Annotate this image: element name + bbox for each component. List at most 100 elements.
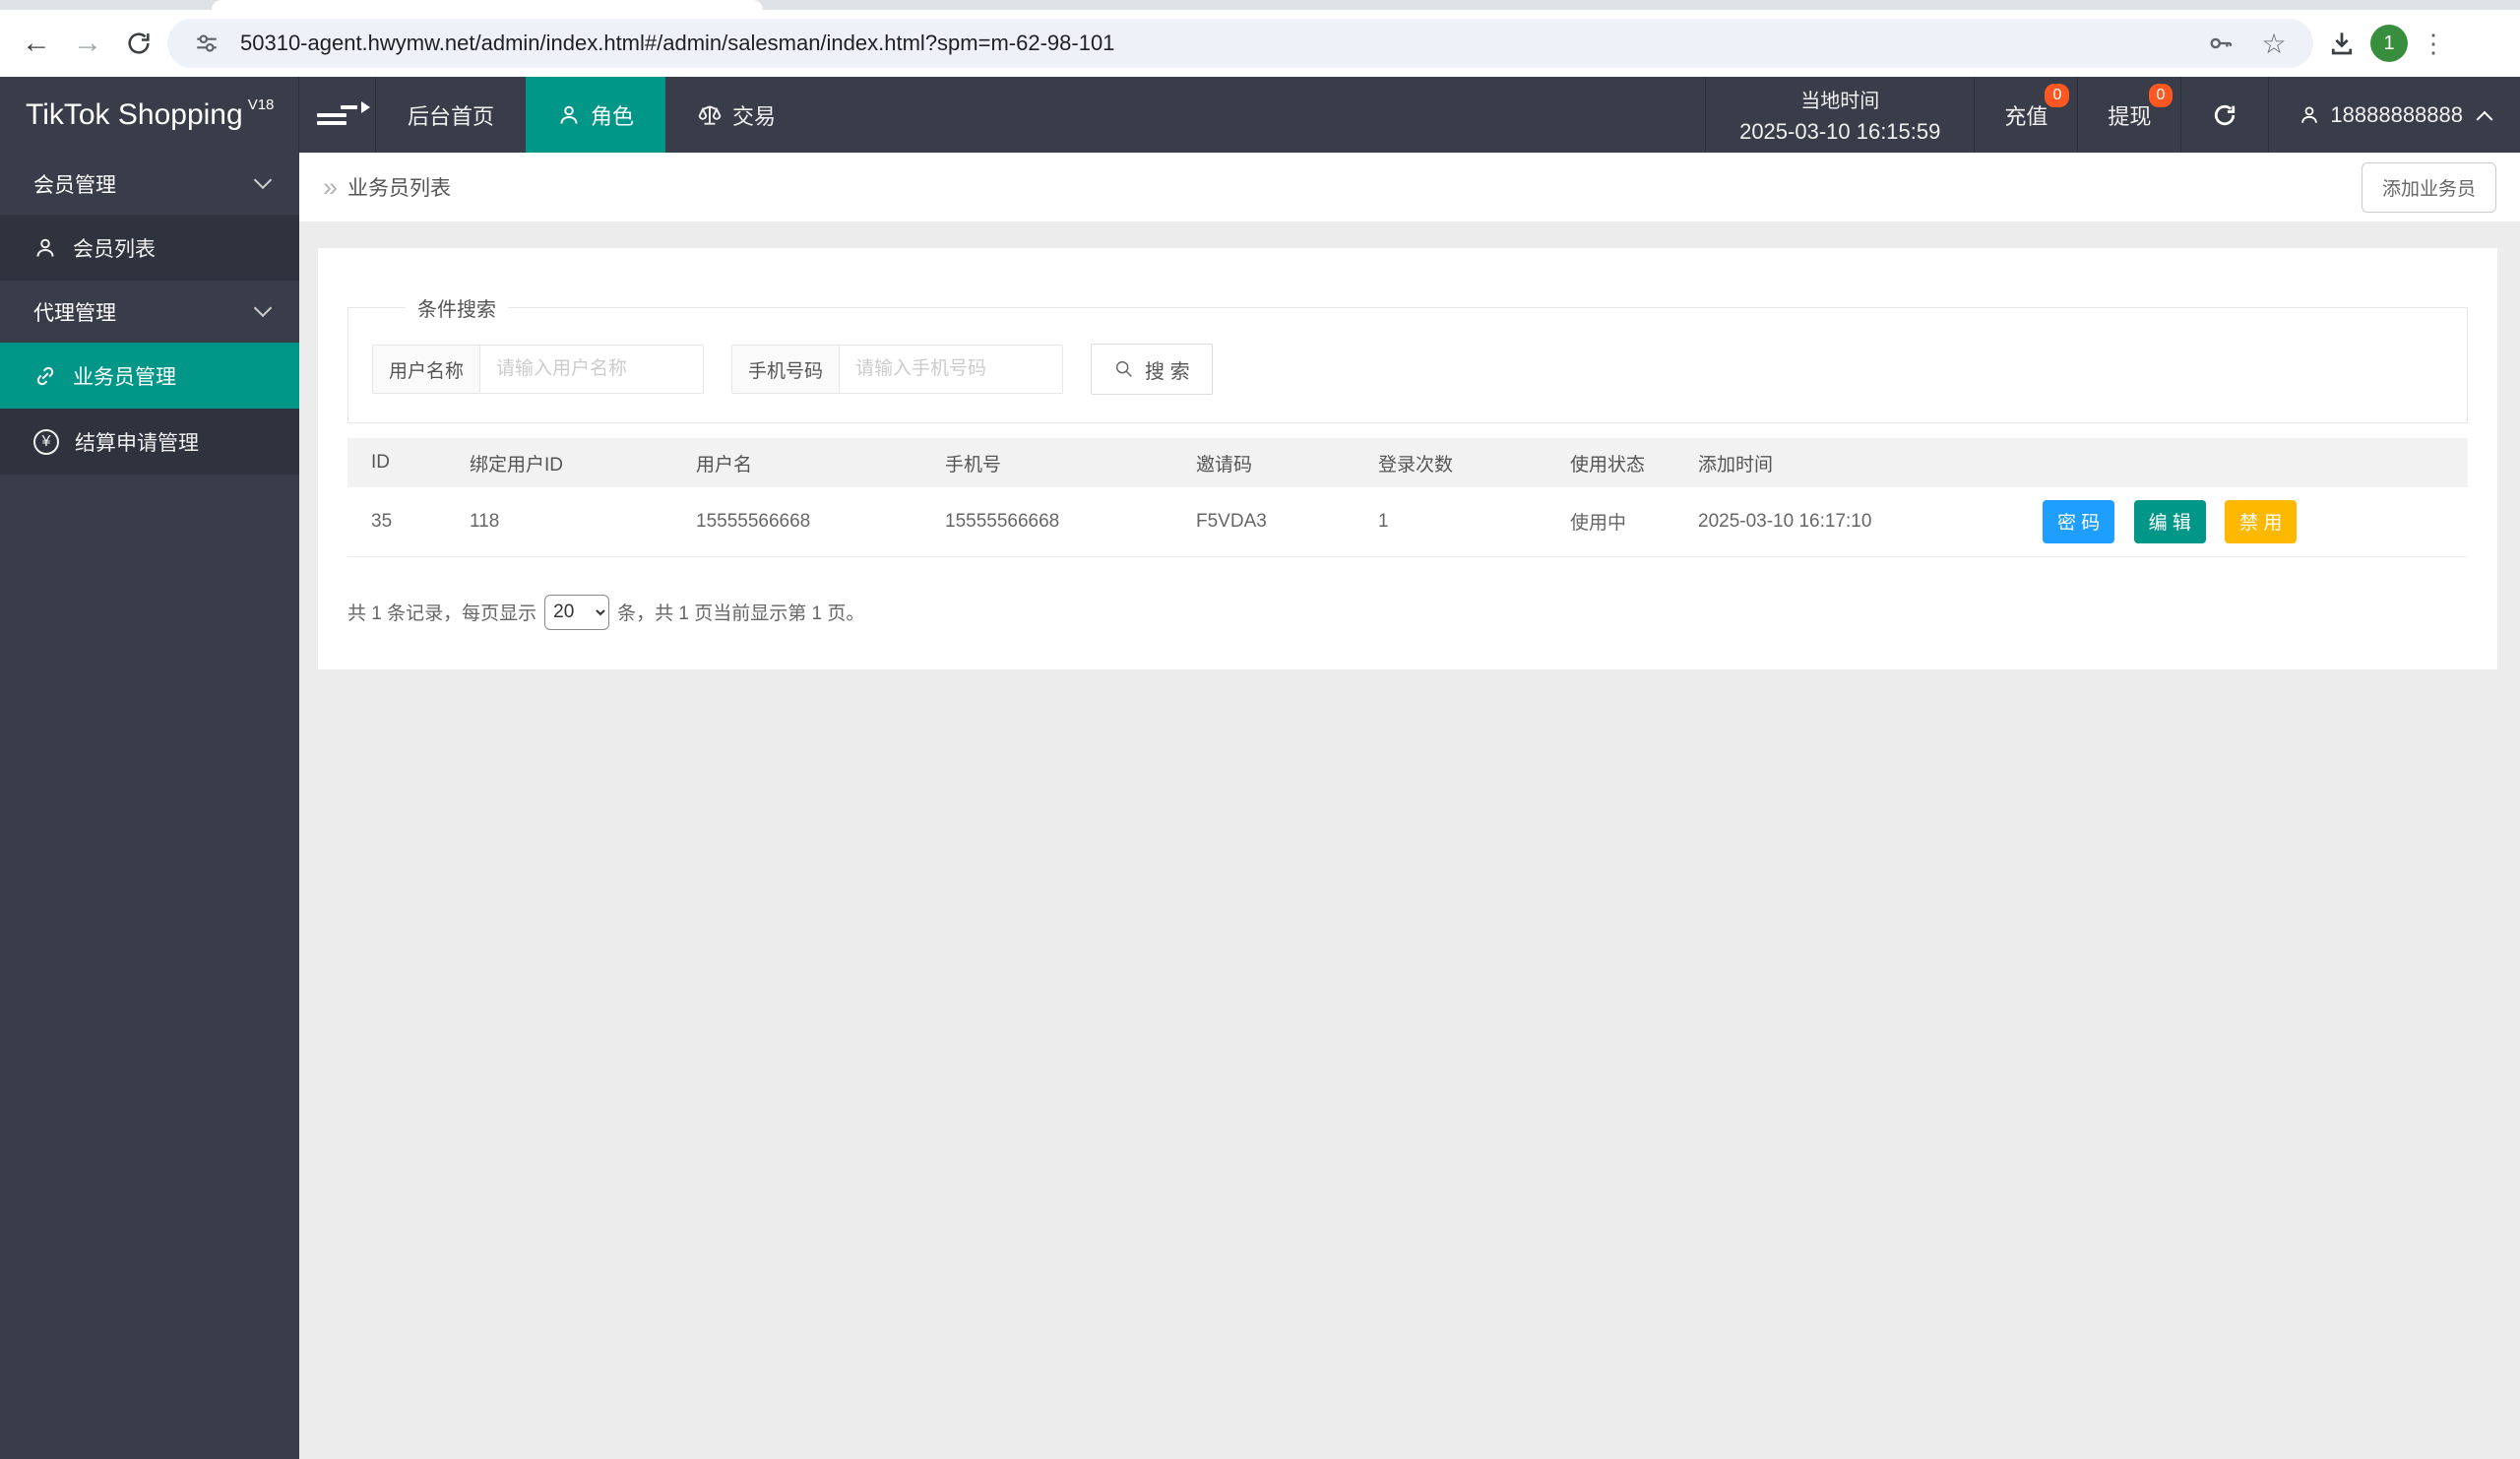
browser-active-tab[interactable] (212, 0, 763, 10)
table-header-row: ID 绑定用户ID 用户名 手机号 邀请码 登录次数 使用状态 添加时间 (347, 438, 2468, 487)
sidebar-group-agent-management[interactable]: 代理管理 (0, 281, 299, 343)
back-button[interactable]: ← (14, 21, 59, 66)
url-text[interactable]: 50310-agent.hwymw.net/admin/index.html#/… (240, 31, 2187, 56)
brand-name: TikTok Shopping (26, 97, 243, 131)
forward-button[interactable]: → (65, 21, 110, 66)
refresh-icon (2215, 104, 2236, 125)
sidebar-item-settlement-management[interactable]: ¥ 结算申请管理 (0, 409, 299, 475)
col-id: ID (347, 438, 446, 487)
browser-menu-icon[interactable]: ⋮ (2414, 29, 2453, 59)
person-icon (560, 105, 578, 124)
pagination-suffix: 条，共 1 页当前显示第 1 页。 (617, 603, 865, 624)
sidebar-group-member-management[interactable]: 会员管理 (0, 153, 299, 215)
local-time: 当地时间 2025-03-10 16:15:59 (1705, 77, 1974, 153)
app-layout: 会员管理 会员列表 代理管理 业务员管理 ¥ 结算申请管理 » 业务员列表 添加… (0, 153, 2520, 1459)
col-bind-user-id: 绑定用户ID (446, 438, 672, 487)
password-button[interactable]: 密 码 (2043, 499, 2115, 543)
brand-version: V18 (247, 96, 275, 113)
cell-invite-code: F5VDA3 (1172, 487, 1354, 557)
browser-profile-avatar[interactable]: 1 (2370, 25, 2408, 62)
search-legend: 条件搜索 (417, 299, 496, 321)
item-label: 业务员管理 (73, 365, 176, 389)
col-phone: 手机号 (921, 438, 1172, 487)
chevron-down-icon (253, 170, 273, 190)
menu-toggle-icon (317, 100, 370, 129)
tab-role[interactable]: 角色 (526, 77, 666, 153)
address-bar[interactable]: 50310-agent.hwymw.net/admin/index.html#/… (167, 19, 2313, 68)
withdraw-button[interactable]: 提现 0 (2077, 77, 2180, 153)
recharge-button[interactable]: 充值 0 (1974, 77, 2077, 153)
search-form: 用户名称 手机号码 搜 索 (372, 344, 2443, 395)
tab-label: 交易 (732, 103, 777, 129)
cell-added-time: 2025-03-10 16:17:10 (1674, 487, 2019, 557)
cell-id: 35 (347, 487, 446, 557)
navbar-right: 当地时间 2025-03-10 16:15:59 充值 0 提现 0 18888… (1705, 77, 2520, 153)
cell-username: 15555566668 (672, 487, 921, 557)
bookmark-star-icon[interactable]: ☆ (2254, 24, 2294, 63)
tab-backend-home[interactable]: 后台首页 (376, 77, 526, 153)
status-badge: 使用中 (1546, 487, 1674, 557)
refresh-button[interactable] (2180, 77, 2268, 153)
browser-toolbar: ← → 50310-agent.hwymw.net/admin/index.ht… (0, 10, 2520, 77)
account-number: 18888888888 (2330, 101, 2463, 127)
app-navbar: TikTok Shopping V18 后台首页 角色 交易 当地时间 2025… (0, 77, 2520, 153)
browser-tab-strip (0, 0, 2520, 10)
page-size-select[interactable]: 20 (544, 594, 610, 630)
recharge-label: 充值 (2004, 103, 2048, 129)
username-input[interactable] (480, 346, 704, 393)
password-key-icon[interactable] (2201, 24, 2240, 63)
col-status: 使用状态 (1546, 438, 1674, 487)
sidebar-item-salesman-management[interactable]: 业务员管理 (0, 343, 299, 409)
tab-label: 后台首页 (408, 103, 495, 129)
col-added-time: 添加时间 (1674, 438, 2019, 487)
search-icon (1115, 360, 1132, 377)
main-area: » 业务员列表 添加业务员 条件搜索 用户名称 手机号码 (299, 153, 2520, 1459)
cell-phone: 15555566668 (921, 487, 1172, 557)
cell-login-count: 1 (1354, 487, 1546, 557)
person-icon (2301, 105, 2318, 123)
col-actions (2019, 438, 2468, 487)
brand-logo: TikTok Shopping V18 (0, 77, 299, 153)
search-fieldset: 条件搜索 用户名称 手机号码 (347, 293, 2468, 423)
item-label: 结算申请管理 (75, 431, 199, 455)
pagination: 共 1 条记录，每页显示 20 条，共 1 页当前显示第 1 页。 (347, 594, 2468, 630)
phone-input-group: 手机号码 (731, 345, 1064, 394)
scale-icon (698, 104, 722, 125)
breadcrumb-caret-icon: » (323, 171, 339, 202)
list-card: 条件搜索 用户名称 手机号码 (318, 248, 2497, 669)
phone-label: 手机号码 (732, 346, 841, 393)
account-menu[interactable]: 18888888888 (2268, 77, 2520, 153)
username-label: 用户名称 (373, 346, 481, 393)
browser-chrome: ← → 50310-agent.hwymw.net/admin/index.ht… (0, 0, 2520, 77)
page-title: 业务员列表 (347, 177, 452, 200)
item-label: 会员列表 (73, 237, 156, 261)
chevron-down-icon (253, 298, 273, 318)
sidebar-item-member-list[interactable]: 会员列表 (0, 215, 299, 281)
tab-label: 角色 (591, 103, 635, 129)
recharge-badge: 0 (2045, 84, 2070, 107)
edit-button[interactable]: 编 辑 (2133, 499, 2206, 543)
tab-trade[interactable]: 交易 (665, 77, 807, 153)
reload-icon (128, 32, 150, 54)
withdraw-label: 提现 (2108, 103, 2152, 129)
navbar-tabs: 后台首页 角色 交易 (376, 77, 807, 153)
table-row: 35 118 15555566668 15555566668 F5VDA3 1 … (347, 487, 2468, 557)
cell-actions: 密 码 编 辑 禁 用 (2019, 487, 2468, 557)
content: 条件搜索 用户名称 手机号码 (299, 222, 2520, 1459)
username-input-group: 用户名称 (372, 345, 705, 394)
site-info-icon[interactable] (187, 24, 226, 63)
disable-button[interactable]: 禁 用 (2225, 499, 2298, 543)
download-icon (2331, 32, 2353, 55)
menu-toggle-button[interactable] (299, 77, 376, 153)
group-label: 代理管理 (33, 301, 116, 325)
search-button[interactable]: 搜 索 (1091, 344, 1213, 395)
link-icon (36, 366, 54, 385)
sidebar: 会员管理 会员列表 代理管理 业务员管理 ¥ 结算申请管理 (0, 153, 299, 1459)
phone-input[interactable] (840, 346, 1063, 393)
chevron-up-icon (2476, 110, 2493, 128)
downloads-button[interactable] (2319, 21, 2364, 66)
local-time-value: 2025-03-10 16:15:59 (1739, 119, 1941, 144)
reload-button[interactable] (116, 21, 161, 66)
add-salesman-button[interactable]: 添加业务员 (2361, 161, 2496, 213)
group-label: 会员管理 (33, 173, 116, 197)
